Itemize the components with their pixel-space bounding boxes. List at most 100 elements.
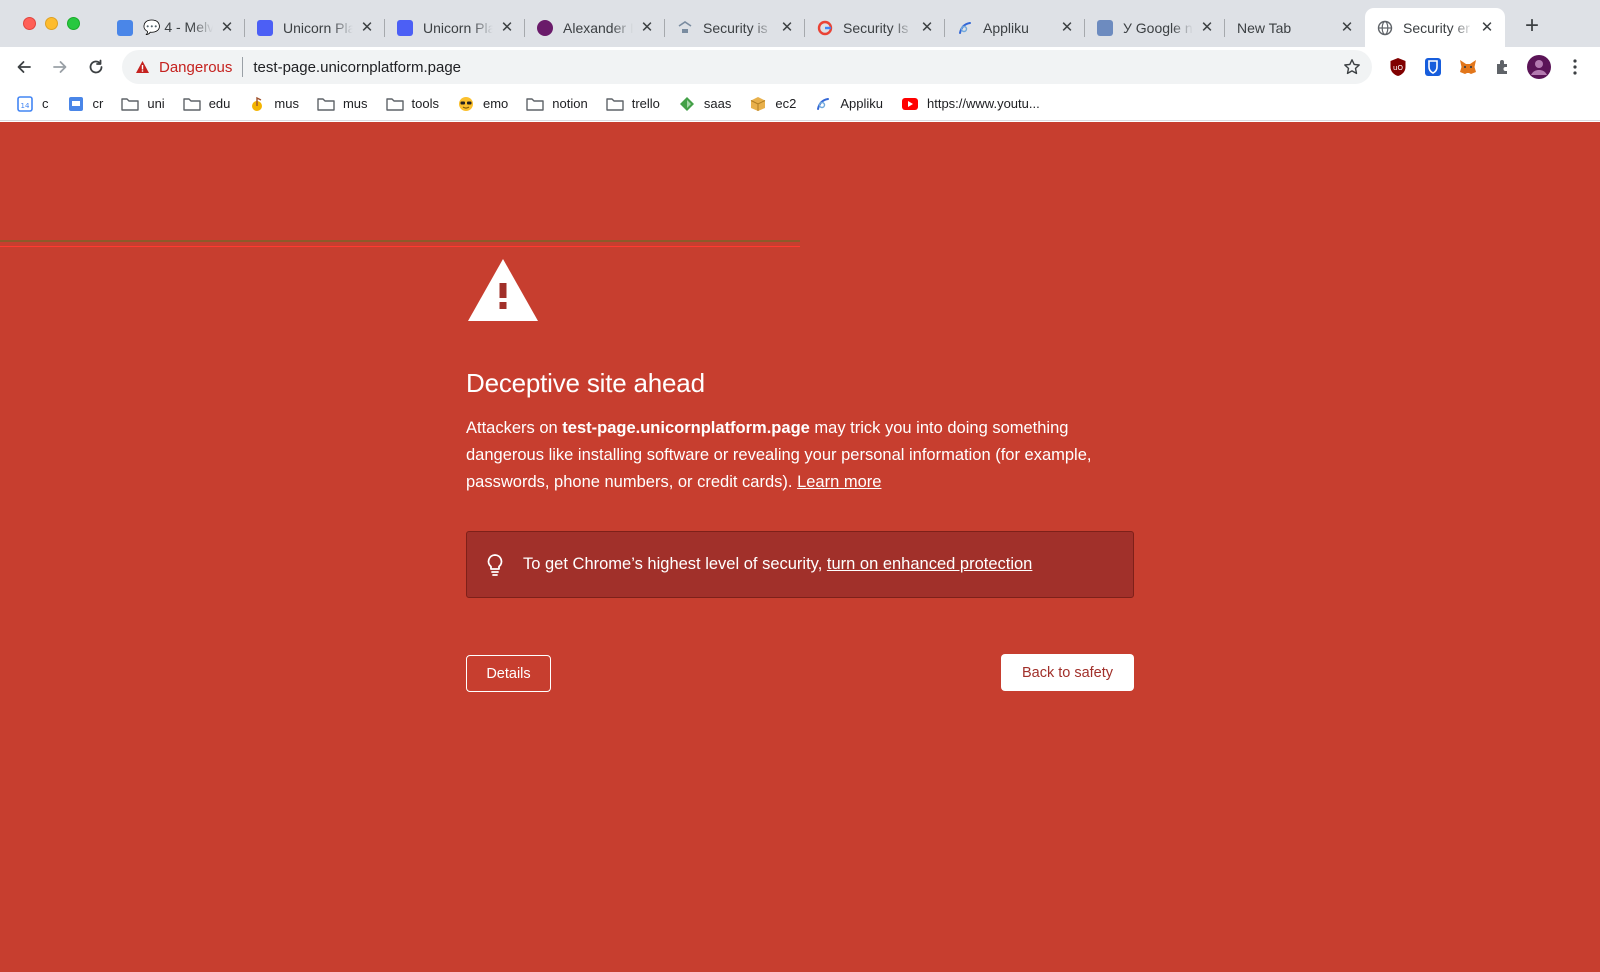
svg-text:uO: uO [1393, 64, 1403, 72]
minimize-window-button[interactable] [45, 17, 58, 30]
bookmark-label: Appliku [840, 96, 883, 111]
security-site-icon [677, 20, 693, 36]
globe-icon [1377, 20, 1393, 36]
bookmark-label: edu [208, 96, 231, 111]
tab[interactable]: 💬 4 - Melv ✕ [105, 8, 245, 47]
tab-title: Unicorn Pla [423, 19, 493, 36]
bookmark-item[interactable]: tools [385, 96, 439, 112]
close-tab-icon[interactable]: ✕ [1199, 19, 1215, 36]
bookmark-item[interactable]: edu [183, 96, 231, 112]
tab[interactable]: Alexander I ✕ [525, 8, 665, 47]
warning-triangle-icon[interactable] [134, 59, 150, 75]
tab-title: 💬 4 - Melv [143, 19, 213, 35]
details-button[interactable]: Details [466, 655, 551, 692]
bitwarden-extension-icon[interactable] [1421, 55, 1445, 79]
bookmark-item[interactable]: trello [606, 96, 660, 112]
warning-triangle-icon [468, 259, 538, 321]
tab[interactable]: У Google n ✕ [1085, 8, 1225, 47]
interstitial-content: Deceptive site ahead Attackers on test-p… [466, 257, 1134, 692]
url-text[interactable]: test-page.unicornplatform.page [253, 59, 461, 76]
folder-icon [606, 96, 624, 112]
calendar-icon: 14 [16, 95, 34, 112]
omnibox-separator [242, 57, 244, 77]
chat-app-icon [67, 96, 85, 112]
ublock-extension-icon[interactable]: uO [1386, 55, 1410, 79]
bookmark-item[interactable]: ec2 [749, 96, 796, 112]
render-artifact-line [0, 246, 800, 247]
close-tab-icon[interactable]: ✕ [1339, 19, 1355, 36]
sunglasses-emoji-icon [457, 96, 475, 112]
tab[interactable]: Unicorn Pla ✕ [245, 8, 385, 47]
tab[interactable]: Security is ✕ [665, 8, 805, 47]
chrome-menu-icon[interactable] [1563, 55, 1587, 79]
metamask-extension-icon[interactable] [1456, 55, 1480, 79]
chat-app-icon [117, 19, 133, 36]
bookmark-item[interactable]: Appliku [814, 96, 883, 112]
bookmark-item[interactable]: uni [121, 96, 165, 112]
render-artifact-line [0, 240, 800, 242]
tab[interactable]: Appliku ✕ [945, 8, 1085, 47]
close-tab-icon[interactable]: ✕ [919, 19, 935, 36]
bookmark-item[interactable]: 14 c [16, 95, 49, 112]
close-tab-icon[interactable]: ✕ [499, 19, 515, 36]
svg-text:14: 14 [21, 102, 30, 110]
enhanced-protection-link[interactable]: turn on enhanced protection [827, 555, 1033, 574]
puzzle-site-icon [1097, 19, 1113, 36]
bookmark-item[interactable]: emo [457, 96, 508, 112]
new-tab-button[interactable]: + [1518, 12, 1546, 40]
tab-active[interactable]: Security er ✕ [1365, 8, 1505, 47]
bookmark-item[interactable]: mus [317, 96, 368, 112]
dangerous-label[interactable]: Dangerous [159, 59, 232, 76]
back-to-safety-button[interactable]: Back to safety [1001, 654, 1134, 691]
dangerous-domain: test-page.unicornplatform.page [562, 419, 810, 437]
box-icon [749, 96, 767, 112]
tab-title: Security Is [843, 19, 909, 36]
close-tab-icon[interactable]: ✕ [779, 19, 795, 36]
tab[interactable]: Security Is ✕ [805, 8, 945, 47]
bookmark-label: saas [703, 96, 732, 111]
bookmark-item[interactable]: cr [67, 96, 103, 112]
reload-icon [89, 59, 103, 74]
action-buttons: Details Back to safety [466, 654, 1134, 692]
close-tab-icon[interactable]: ✕ [219, 19, 235, 36]
tab[interactable]: Unicorn Pla ✕ [385, 8, 525, 47]
profile-avatar[interactable] [1527, 55, 1551, 79]
arrow-right-icon [53, 61, 67, 73]
close-tab-icon[interactable]: ✕ [639, 19, 655, 36]
bookmark-item[interactable]: https://www.youtu... [901, 96, 1040, 112]
bookmark-item[interactable]: notion [526, 96, 588, 112]
bookmark-label: ec2 [775, 96, 797, 111]
close-window-button[interactable] [23, 17, 36, 30]
saas-diamond-icon [678, 96, 696, 112]
maximize-window-button[interactable] [67, 17, 80, 30]
bookmark-label: https://www.youtu... [926, 96, 1040, 111]
appliku-icon [814, 96, 832, 112]
youtube-icon [901, 96, 919, 112]
folder-icon [121, 96, 140, 112]
tab-title: New Tab [1237, 19, 1292, 36]
forward-button[interactable] [46, 53, 74, 81]
tab-title: У Google n [1123, 19, 1193, 36]
extensions-puzzle-icon[interactable] [1491, 55, 1515, 79]
folder-icon [526, 96, 544, 112]
bookmark-item[interactable]: saas [678, 96, 731, 112]
tab-title: Unicorn Pla [283, 19, 353, 36]
learn-more-link[interactable]: Learn more [797, 473, 881, 491]
reload-button[interactable] [82, 53, 110, 81]
bookmark-star-icon[interactable] [1342, 57, 1362, 77]
tab-title: Appliku [983, 19, 1029, 36]
close-tab-icon[interactable]: ✕ [1059, 19, 1075, 36]
back-button[interactable] [10, 53, 38, 81]
close-tab-icon[interactable]: ✕ [1479, 19, 1495, 36]
bookmark-item[interactable]: mus [248, 96, 299, 112]
unicorn-platform-icon [257, 19, 273, 36]
warning-description: Attackers on test-page.unicornplatform.p… [466, 419, 1092, 491]
page-title: Deceptive site ahead [466, 368, 705, 398]
avatar-icon [537, 19, 553, 36]
tab-strip: 💬 4 - Melv ✕ Unicorn Pla ✕ Unicorn Pla ✕ Alexa… [0, 0, 1600, 47]
address-bar[interactable]: Dangerous test-page.unicornplatform.page [122, 50, 1372, 84]
tab[interactable]: New Tab ✕ [1225, 8, 1365, 47]
toolbar: Dangerous test-page.unicornplatform.page… [0, 47, 1600, 87]
close-tab-icon[interactable]: ✕ [359, 19, 375, 36]
unicorn-platform-icon [397, 19, 413, 36]
